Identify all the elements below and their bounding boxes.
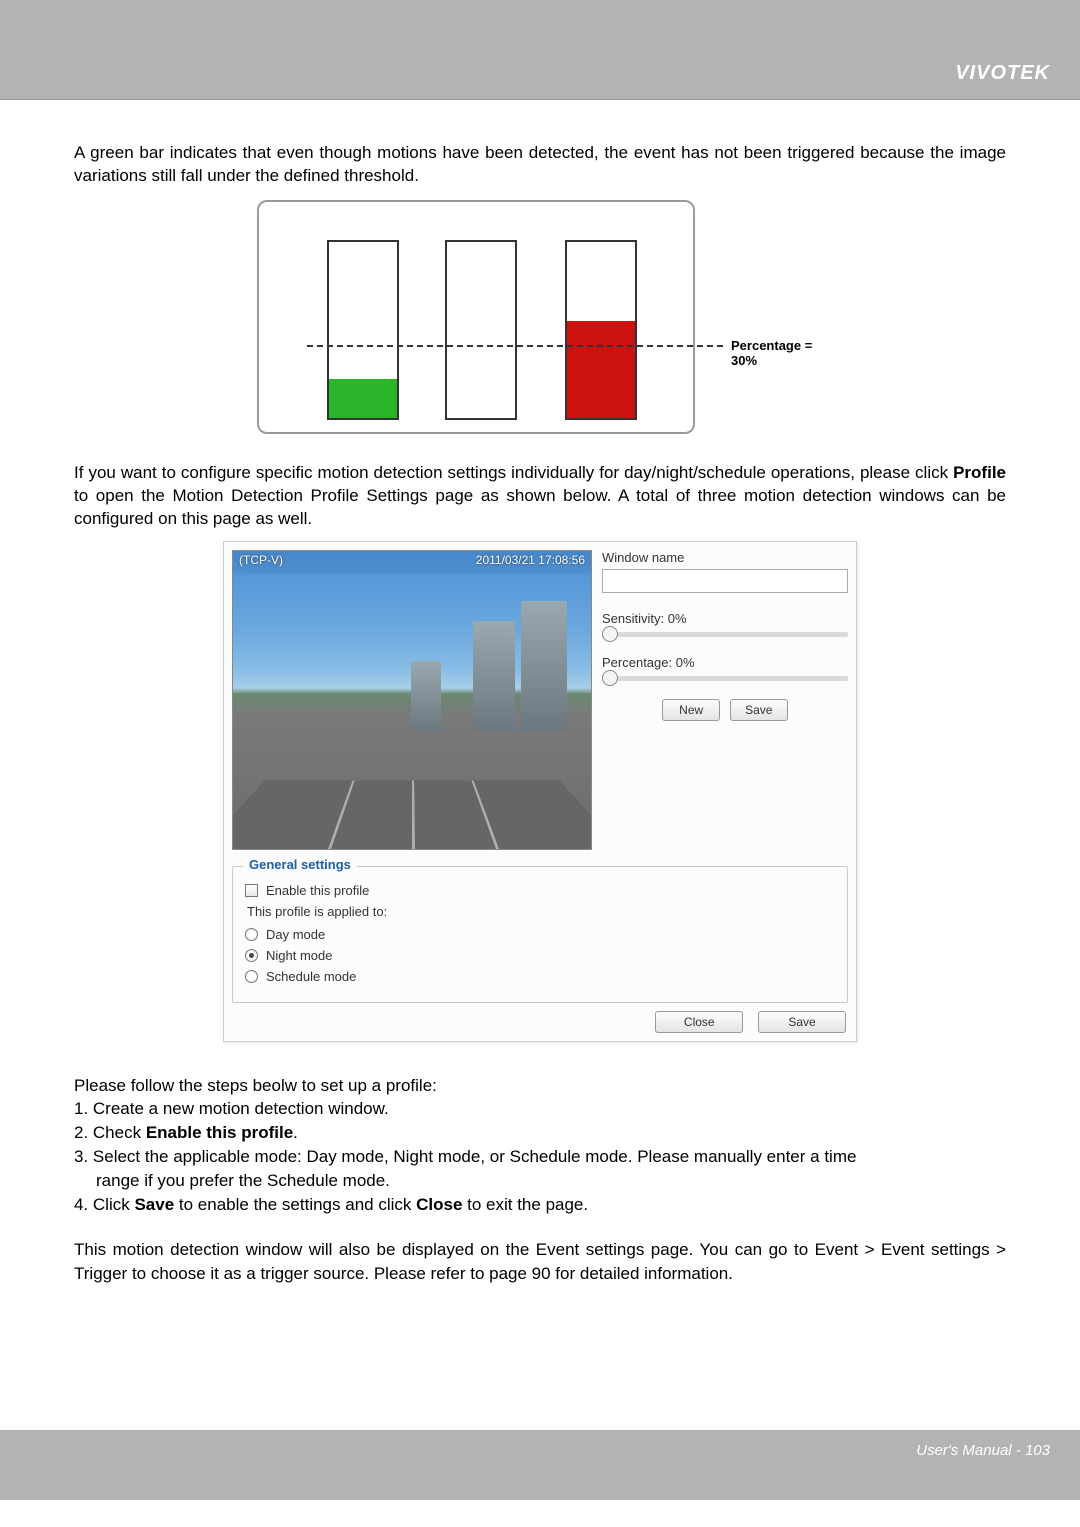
percentage-slider[interactable]	[602, 676, 848, 681]
night-mode-radio[interactable]	[245, 949, 258, 962]
brand-label: VIVOTEK	[955, 62, 1050, 85]
chart-frame	[257, 200, 695, 434]
text-bold: Enable this profile	[146, 1123, 293, 1142]
applied-to-label: This profile is applied to:	[247, 904, 835, 919]
step-2: 2. Check Enable this profile.	[74, 1121, 1006, 1145]
page-number: 103	[1025, 1442, 1050, 1459]
footer-label: User's Manual -	[916, 1442, 1025, 1459]
bar-3-fill	[567, 321, 635, 418]
new-button[interactable]: New	[662, 699, 720, 721]
paragraph-intro: A green bar indicates that even though m…	[74, 142, 1006, 188]
threshold-label: Percentage = 30%	[731, 338, 823, 368]
building-shape	[521, 601, 567, 731]
bar-2	[445, 240, 517, 420]
day-mode-label: Day mode	[266, 927, 325, 942]
window-name-label: Window name	[602, 550, 848, 565]
step-3a: 3. Select the applicable mode: Day mode,…	[74, 1145, 1006, 1169]
day-mode-radio[interactable]	[245, 928, 258, 941]
building-shape	[411, 661, 441, 731]
timestamp: 2011/03/21 17:08:56	[476, 553, 585, 571]
slider-thumb[interactable]	[602, 670, 618, 686]
window-name-input[interactable]	[602, 569, 848, 593]
step-3b: range if you prefer the Schedule mode.	[74, 1169, 1006, 1193]
steps-block: Please follow the steps beolw to set up …	[74, 1074, 1006, 1217]
percentage-label: Percentage: 0%	[602, 655, 848, 670]
road-shape	[232, 780, 592, 849]
enable-profile-label: Enable this profile	[266, 883, 369, 898]
schedule-mode-row: Schedule mode	[245, 969, 835, 984]
header-bar: VIVOTEK	[0, 0, 1080, 100]
general-settings-fieldset: General settings Enable this profile Thi…	[232, 866, 848, 1003]
bottom-button-row: Close Save	[232, 1011, 848, 1033]
footer-text: User's Manual - 103	[916, 1442, 1050, 1459]
text: .	[293, 1123, 298, 1142]
threshold-chart: Percentage = 30%	[257, 200, 823, 434]
stream-label: (TCP-V)	[239, 553, 283, 571]
building-shape	[473, 621, 515, 731]
sensitivity-slider[interactable]	[602, 632, 848, 637]
bar-1	[327, 240, 399, 420]
paragraph-profile: If you want to configure specific motion…	[74, 462, 1006, 531]
threshold-line	[307, 345, 723, 347]
preview-header: (TCP-V) 2011/03/21 17:08:56	[233, 551, 591, 573]
close-button[interactable]: Close	[655, 1011, 743, 1033]
sensitivity-label: Sensitivity: 0%	[602, 611, 848, 626]
sensitivity-control: Sensitivity: 0%	[602, 611, 848, 637]
text: 2. Check	[74, 1123, 146, 1142]
text: If you want to configure specific motion…	[74, 463, 953, 482]
percentage-control: Percentage: 0%	[602, 655, 848, 681]
video-preview: (TCP-V) 2011/03/21 17:08:56	[232, 550, 592, 850]
text-bold: Profile	[953, 463, 1006, 482]
day-mode-row: Day mode	[245, 927, 835, 942]
night-mode-label: Night mode	[266, 948, 332, 963]
save-button[interactable]: Save	[730, 699, 788, 721]
schedule-mode-label: Schedule mode	[266, 969, 356, 984]
enable-profile-row: Enable this profile	[245, 883, 835, 898]
text: to open the Motion Detection Profile Set…	[74, 486, 1006, 528]
bar-1-fill	[329, 379, 397, 418]
step-1: 1. Create a new motion detection window.	[74, 1097, 1006, 1121]
paragraph-final: This motion detection window will also b…	[74, 1238, 1006, 1286]
text: to exit the page.	[462, 1195, 588, 1214]
new-save-row: New Save	[602, 699, 848, 721]
steps-intro: Please follow the steps beolw to set up …	[74, 1074, 1006, 1098]
text: to enable the settings and click	[174, 1195, 416, 1214]
text-bold: Close	[416, 1195, 462, 1214]
night-mode-row: Night mode	[245, 948, 835, 963]
general-settings-legend: General settings	[243, 857, 357, 872]
slider-thumb[interactable]	[602, 626, 618, 642]
step-4: 4. Click Save to enable the settings and…	[74, 1193, 1006, 1217]
enable-profile-checkbox[interactable]	[245, 884, 258, 897]
bottom-save-button[interactable]: Save	[758, 1011, 846, 1033]
footer-bar: User's Manual - 103	[0, 1430, 1080, 1500]
text: 4. Click	[74, 1195, 134, 1214]
panel-top: (TCP-V) 2011/03/21 17:08:56 Window name …	[232, 550, 848, 850]
schedule-mode-radio[interactable]	[245, 970, 258, 983]
profile-settings-panel: (TCP-V) 2011/03/21 17:08:56 Window name …	[223, 541, 857, 1042]
text-bold: Save	[134, 1195, 174, 1214]
side-controls: Window name Sensitivity: 0% Percentage: …	[602, 550, 848, 850]
page-content: A green bar indicates that even though m…	[0, 100, 1080, 1286]
bar-3	[565, 240, 637, 420]
